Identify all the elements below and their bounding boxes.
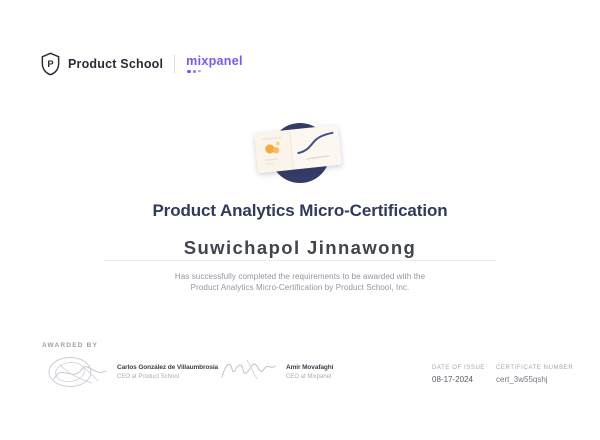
brand-header: P Product School mixpanel (40, 52, 243, 76)
description-line-2: Product Analytics Micro-Certification by… (190, 283, 410, 292)
certificate-description: Has successfully completed the requireme… (0, 271, 600, 293)
svg-text:P: P (47, 58, 53, 69)
signature-carlos-icon (48, 357, 107, 387)
dashboard-card-illustration (254, 124, 342, 174)
mixpanel-logo: mixpanel (186, 55, 243, 73)
date-of-issue-value: 08-17-2024 (432, 374, 473, 384)
product-school-shield-icon: P (41, 52, 60, 76)
description-line-1: Has successfully completed the requireme… (174, 272, 426, 281)
signer-amir: Amir Movafaghi CEO at Mixpanel (286, 364, 333, 380)
certificate-number-value: cert_3w55qshj (496, 374, 548, 384)
signer-title: CEO at Mixpanel (286, 373, 332, 380)
awarded-by-label: AWARDED BY (42, 342, 99, 349)
signer-name: Amir Movafaghi (286, 364, 334, 371)
divider-line (104, 260, 496, 261)
signature-amir-icon (221, 359, 276, 380)
pie-chart-illustration (261, 136, 282, 165)
signer-name: Carlos González de Villaumbrosia (117, 364, 219, 371)
dashboard-card-right-panel (290, 125, 342, 170)
certificate-title: Product Analytics Micro-Certification (152, 201, 448, 220)
signer-carlos: Carlos González de Villaumbrosia CEO at … (117, 364, 218, 380)
date-of-issue-label: DATE OF ISSUE (432, 365, 486, 371)
signer-title: CEO at Product School (117, 373, 180, 380)
mixpanel-dots-icon (186, 69, 201, 73)
recipient-name: Suwichapol Jinnawong (183, 237, 417, 258)
date-of-issue: DATE OF ISSUE 08-17-2024 (432, 365, 485, 384)
brand-divider (174, 55, 176, 73)
certificate-number-label: CERTIFICATE NUMBER (496, 365, 574, 371)
certificate-number: CERTIFICATE NUMBER cert_3w55qshj (496, 365, 573, 384)
product-school-wordmark: Product School (68, 57, 164, 71)
mixpanel-wordmark: mixpanel (186, 54, 243, 68)
line-chart-illustration (297, 131, 334, 160)
dashboard-card-left-panel (254, 129, 295, 174)
product-school-logo: P Product School (40, 52, 163, 76)
certificate-page: P Product School mixpanel Product Analyt… (0, 0, 600, 440)
certificate-illustration (220, 115, 380, 201)
